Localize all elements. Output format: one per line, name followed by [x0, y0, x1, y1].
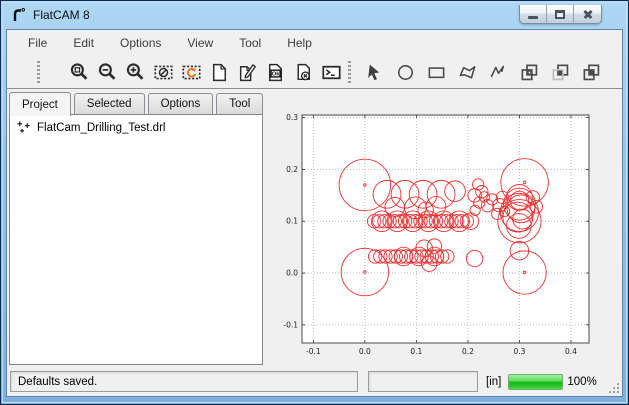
- zoom-in-button[interactable]: [122, 59, 148, 85]
- menu-edit[interactable]: Edit: [60, 32, 107, 54]
- zoom-in-icon: [125, 62, 146, 83]
- clear-plot-icon: [153, 62, 174, 83]
- delete-file-icon: [293, 62, 314, 83]
- statusbar: Defaults saved. [in] 100%: [7, 367, 622, 396]
- menubar: FileEditOptionsViewToolHelp: [7, 30, 622, 56]
- menu-tool[interactable]: Tool: [226, 32, 274, 54]
- svg-text:0.0: 0.0: [359, 347, 371, 356]
- replot-button[interactable]: [178, 59, 204, 85]
- draw-rectangle-button[interactable]: [423, 59, 449, 85]
- toolbar-group-file: [66, 59, 344, 85]
- svg-text:0.0: 0.0: [286, 269, 298, 278]
- select-arrow-button[interactable]: [361, 59, 387, 85]
- union-button[interactable]: [516, 59, 542, 85]
- subtract-button[interactable]: [578, 59, 604, 85]
- toolbar: [7, 56, 622, 89]
- shell-button[interactable]: [318, 59, 344, 85]
- minimize-icon: [528, 16, 538, 19]
- new-file-icon: [209, 62, 230, 83]
- edit-file-icon: [237, 62, 258, 83]
- svg-text:0.4: 0.4: [565, 347, 577, 356]
- close-button[interactable]: [574, 5, 601, 23]
- ok-file-icon: [265, 62, 286, 83]
- window-content: FileEditOptionsViewToolHelp ProjectSelec…: [6, 29, 623, 397]
- svg-text:0.2: 0.2: [462, 347, 474, 356]
- zoom-out-button[interactable]: [94, 59, 120, 85]
- status-message: Defaults saved.: [18, 376, 97, 388]
- maximize-button[interactable]: [547, 5, 574, 23]
- tab-tool[interactable]: Tool: [216, 93, 263, 115]
- progress-bar: [508, 374, 563, 390]
- progress-percent-label: 100%: [567, 376, 596, 388]
- status-message-panel: Defaults saved.: [10, 371, 358, 392]
- maximize-icon: [555, 10, 565, 19]
- close-icon: [582, 8, 594, 20]
- clear-plot-button[interactable]: [150, 59, 176, 85]
- tab-selected[interactable]: Selected: [74, 93, 145, 115]
- svg-text:0.3: 0.3: [513, 347, 525, 356]
- flatcam-window: Ok: [0, 0, 629, 405]
- tab-options[interactable]: Options: [148, 93, 214, 115]
- svg-text:0.3: 0.3: [286, 113, 298, 122]
- shell-icon: [321, 62, 342, 83]
- tree-item[interactable]: FlatCam_Drilling_Test.drl: [10, 115, 262, 135]
- toolbar-group-geometry: [361, 59, 604, 85]
- union-icon: [519, 62, 540, 83]
- svg-text:0.1: 0.1: [410, 347, 422, 356]
- window-title: FlatCAM 8: [33, 8, 90, 22]
- draw-circle-button[interactable]: [392, 59, 418, 85]
- ok-file-button[interactable]: [262, 59, 288, 85]
- progress-fill: [509, 375, 562, 389]
- draw-rectangle-icon: [426, 62, 447, 83]
- svg-text:0.1: 0.1: [286, 217, 298, 226]
- zoom-fit-icon: [69, 62, 90, 83]
- draw-circle-icon: [395, 62, 416, 83]
- drill-object-icon: [16, 120, 31, 135]
- draw-polygon-button[interactable]: [454, 59, 480, 85]
- app-icon: [11, 7, 27, 23]
- status-empty-panel: [368, 371, 478, 392]
- units-label: [in]: [486, 376, 501, 388]
- project-tree[interactable]: FlatCam_Drilling_Test.drl: [9, 114, 263, 365]
- tree-item-label: FlatCam_Drilling_Test.drl: [37, 122, 165, 134]
- svg-text:0.2: 0.2: [286, 165, 298, 174]
- menu-view[interactable]: View: [174, 32, 226, 54]
- toolbar-drag-handle[interactable]: [37, 61, 40, 83]
- svg-text:-0.1: -0.1: [306, 347, 321, 356]
- delete-file-button[interactable]: [290, 59, 316, 85]
- replot-icon: [181, 62, 202, 83]
- svg-text:-0.1: -0.1: [283, 320, 298, 329]
- draw-polyline-button[interactable]: [485, 59, 511, 85]
- edit-file-button[interactable]: [234, 59, 260, 85]
- subtract-icon: [581, 62, 602, 83]
- plot-canvas[interactable]: -0.1 0.0 0.1 0.2 0.3 0.4 -0.1 0.0 0.1 0.2 0.3: [269, 105, 621, 365]
- menu-help[interactable]: Help: [274, 32, 325, 54]
- toolbar-drag-handle-2[interactable]: [348, 61, 351, 83]
- zoom-fit-button[interactable]: [66, 59, 92, 85]
- select-arrow-icon: [364, 62, 385, 83]
- minimize-button[interactable]: [520, 5, 547, 23]
- plot-svg: -0.1 0.0 0.1 0.2 0.3 0.4 -0.1 0.0 0.1 0.2 0.3: [269, 105, 621, 365]
- menu-options[interactable]: Options: [107, 32, 174, 54]
- zoom-out-icon: [97, 62, 118, 83]
- resize-grip[interactable]: [608, 382, 619, 393]
- window-caption-buttons: [519, 5, 602, 24]
- tab-project[interactable]: Project: [9, 92, 71, 116]
- intersection-button[interactable]: [547, 59, 573, 85]
- new-file-button[interactable]: [206, 59, 232, 85]
- draw-polygon-icon: [457, 62, 478, 83]
- menu-file[interactable]: File: [15, 32, 60, 54]
- intersection-icon: [550, 62, 571, 83]
- draw-polyline-icon: [488, 62, 509, 83]
